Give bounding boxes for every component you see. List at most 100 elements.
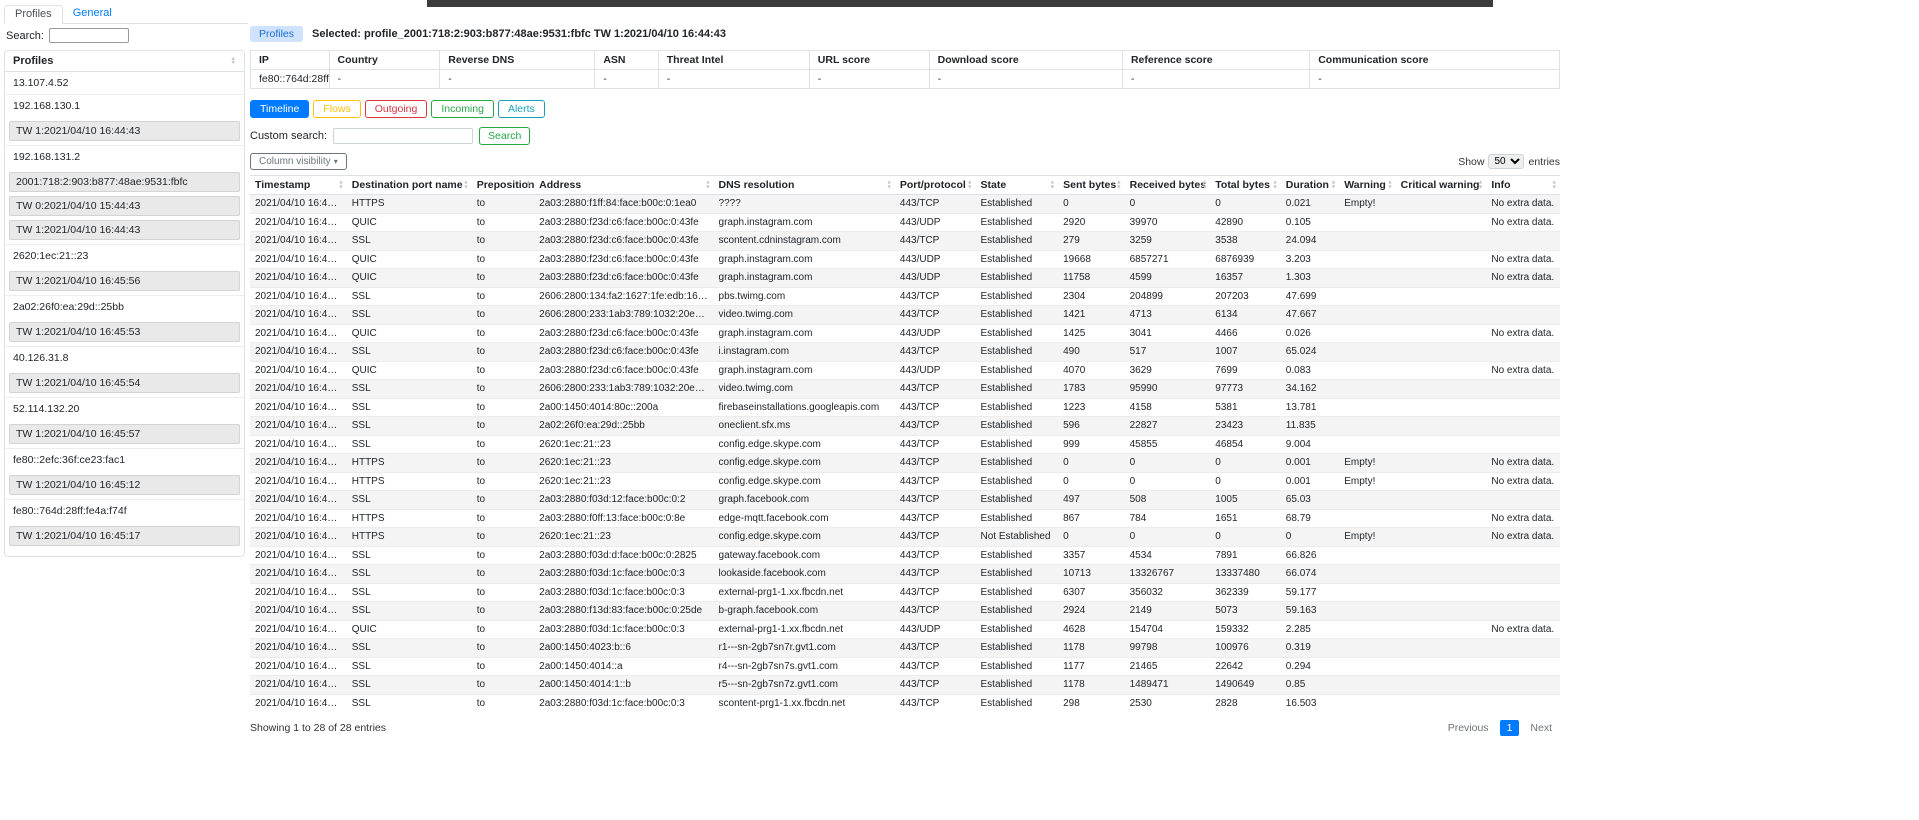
timeline-row[interactable]: 2021/04/10 16:45:20SSLto2606:2800:233:1a…	[250, 306, 1560, 325]
timeline-column-header[interactable]: Duration▲▼	[1281, 176, 1339, 195]
sidebar-timewindow-item[interactable]: TW 1:2021/04/10 16:44:43	[9, 121, 240, 141]
timeline-column-header[interactable]: Sent bytes▲▼	[1058, 176, 1125, 195]
sidebar-profile-item[interactable]: 52.114.132.20	[5, 397, 244, 420]
timeline-row[interactable]: 2021/04/10 16:46:23SSLto2a03:2880:f03d:1…	[250, 491, 1560, 510]
timeline-row[interactable]: 2021/04/10 16:44:45QUICto2a03:2880:f23d:…	[250, 269, 1560, 288]
timeline-cell: 19668	[1058, 250, 1125, 269]
timeline-column-header[interactable]: Total bytes▲▼	[1210, 176, 1281, 195]
timeline-row[interactable]: 2021/04/10 16:45:34SSLto2606:2800:233:1a…	[250, 380, 1560, 399]
show-entries-suffix: entries	[1528, 156, 1560, 168]
tab-profiles[interactable]: Profiles	[4, 5, 63, 24]
timeline-row[interactable]: 2021/04/10 16:45:51SSLto2a00:1450:4014:8…	[250, 398, 1560, 417]
timeline-row[interactable]: 2021/04/10 16:45:27SSLto2a03:2880:f23d:c…	[250, 343, 1560, 362]
timeline-row[interactable]: 2021/04/10 16:46:38SSLto2a00:1450:4023:b…	[250, 639, 1560, 658]
timeline-cell: 0	[1125, 528, 1211, 547]
timeline-row[interactable]: 2021/04/10 16:46:40SSLto2a00:1450:4014:1…	[250, 676, 1560, 695]
sidebar-profile-item[interactable]: 192.168.131.2	[5, 145, 244, 168]
timeline-row[interactable]: 2021/04/10 16:44:43SSLto2a03:2880:f23d:c…	[250, 232, 1560, 251]
view-button-flows[interactable]: Flows	[313, 100, 360, 118]
timeline-row[interactable]: 2021/04/10 16:46:25SSLto2a03:2880:f03d:d…	[250, 546, 1560, 565]
timeline-cell: 204899	[1125, 287, 1211, 306]
timeline-row[interactable]: 2021/04/10 16:46:11HTTPSto2620:1ec:21::2…	[250, 454, 1560, 473]
timeline-cell: pbs.twimg.com	[714, 287, 895, 306]
timeline-row[interactable]: 2021/04/10 16:44:43HTTPSto2a03:2880:f1ff…	[250, 195, 1560, 214]
timeline-cell	[1339, 435, 1395, 454]
sidebar-timewindow-item[interactable]: TW 1:2021/04/10 16:45:12	[9, 475, 240, 495]
table-controls-row: Column visibility▾ Show 50 entries	[250, 153, 1560, 170]
sidebar-search-input[interactable]	[49, 28, 129, 43]
timeline-cell: 2021/04/10 16:46:11	[250, 454, 347, 473]
sidebar-profile-item[interactable]: 2001:718:2:903:b877:48ae:9531:fbfc	[9, 172, 240, 192]
sidebar-timewindow-item[interactable]: TW 1:2021/04/10 16:45:54	[9, 373, 240, 393]
view-button-alerts[interactable]: Alerts	[498, 100, 545, 118]
timeline-row[interactable]: 2021/04/10 16:45:56SSLto2620:1ec:21::23c…	[250, 435, 1560, 454]
timeline-cell: gateway.facebook.com	[714, 546, 895, 565]
timeline-cell: lookaside.facebook.com	[714, 565, 895, 584]
main-tabs: Profiles General	[4, 5, 248, 24]
timeline-row[interactable]: 2021/04/10 16:46:33SSLto2a03:2880:f13d:8…	[250, 602, 1560, 621]
timeline-row[interactable]: 2021/04/10 16:45:28QUICto2a03:2880:f23d:…	[250, 361, 1560, 380]
column-visibility-button[interactable]: Column visibility▾	[250, 153, 347, 170]
sidebar-profile-item[interactable]: fe80::2efc:36f:ce23:fac1	[5, 448, 244, 471]
timeline-row[interactable]: 2021/04/10 16:45:27QUICto2a03:2880:f23d:…	[250, 324, 1560, 343]
sidebar-timewindow-item[interactable]: TW 1:2021/04/10 16:44:43	[9, 220, 240, 240]
timeline-cell: 443/TCP	[895, 509, 976, 528]
timeline-column-header[interactable]: Critical warning▲▼	[1396, 176, 1487, 195]
pagination-next[interactable]: Next	[1522, 720, 1560, 736]
timeline-cell: r4---sn-2gb7sn7s.gvt1.com	[714, 657, 895, 676]
timeline-row[interactable]: 2021/04/10 16:44:43QUICto2a03:2880:f23d:…	[250, 250, 1560, 269]
timeline-column-header[interactable]: State▲▼	[976, 176, 1059, 195]
sidebar-profile-item[interactable]: 13.107.4.52	[5, 72, 244, 94]
sidebar-timewindow-item[interactable]: TW 1:2021/04/10 16:45:17	[9, 526, 240, 546]
sidebar-profile-item[interactable]: 2620:1ec:21::23	[5, 244, 244, 267]
timeline-cell: 2a03:2880:f23d:c6:face:b00c:0:43fe	[534, 324, 713, 343]
sidebar-profile-item[interactable]: fe80::764d:28ff:fe4a:f74f	[5, 499, 244, 522]
show-entries-select[interactable]: 50	[1488, 154, 1524, 169]
timeline-column-header[interactable]: Address▲▼	[534, 176, 713, 195]
timeline-column-header[interactable]: Received bytes▲▼	[1125, 176, 1211, 195]
sidebar-timewindow-item[interactable]: TW 1:2021/04/10 16:45:56	[9, 271, 240, 291]
sidebar-profile-item[interactable]: 192.168.130.1	[5, 94, 244, 117]
timeline-row[interactable]: 2021/04/10 16:46:23HTTPSto2a03:2880:f0ff…	[250, 509, 1560, 528]
timeline-column-header[interactable]: Timestamp▲▼	[250, 176, 347, 195]
timeline-column-header[interactable]: DNS resolution▲▼	[714, 176, 895, 195]
sidebar-timewindow-item[interactable]: TW 0:2021/04/10 15:44:43	[9, 196, 240, 216]
sidebar-profile-item[interactable]: 2a02:26f0:ea:29d::25bb	[5, 295, 244, 318]
custom-search-input[interactable]	[333, 128, 473, 144]
timeline-row[interactable]: 2021/04/10 16:46:33QUICto2a03:2880:f03d:…	[250, 620, 1560, 639]
sort-icon: ▲▼	[967, 181, 972, 190]
custom-search-button[interactable]: Search	[479, 127, 530, 145]
timeline-row[interactable]: 2021/04/10 16:44:43QUICto2a03:2880:f23d:…	[250, 213, 1560, 232]
view-button-outgoing[interactable]: Outgoing	[365, 100, 428, 118]
timeline-column-header[interactable]: Port/protocol▲▼	[895, 176, 976, 195]
timeline-row[interactable]: 2021/04/10 16:46:17HTTPSto2620:1ec:21::2…	[250, 472, 1560, 491]
sidebar-profile-item[interactable]: 40.126.31.8	[5, 346, 244, 369]
pagination-previous[interactable]: Previous	[1440, 720, 1497, 736]
pagination-page-1[interactable]: 1	[1500, 720, 1520, 736]
timeline-cell	[1339, 657, 1395, 676]
timeline-cell: to	[472, 528, 534, 547]
timeline-row[interactable]: 2021/04/10 16:46:26SSLto2a03:2880:f03d:1…	[250, 565, 1560, 584]
timeline-row[interactable]: 2021/04/10 16:46:33SSLto2a03:2880:f03d:1…	[250, 583, 1560, 602]
timeline-cell: 2a03:2880:f1ff:84:face:b00c:0:1ea0	[534, 195, 713, 214]
sidebar-timewindow-item[interactable]: TW 1:2021/04/10 16:45:53	[9, 322, 240, 342]
timeline-row[interactable]: 2021/04/10 16:46:39SSLto2a00:1450:4014::…	[250, 657, 1560, 676]
timeline-row[interactable]: 2021/04/10 16:47:16SSLto2a03:2880:f03d:1…	[250, 694, 1560, 712]
timeline-column-header[interactable]: Destination port name▲▼	[347, 176, 472, 195]
profiles-list-header[interactable]: Profiles ▲▼	[5, 51, 244, 72]
sidebar-timewindow-item[interactable]: TW 1:2021/04/10 16:45:57	[9, 424, 240, 444]
timeline-column-header[interactable]: Warning▲▼	[1339, 176, 1395, 195]
timeline-row[interactable]: 2021/04/10 16:46:24HTTPSto2620:1ec:21::2…	[250, 528, 1560, 547]
timeline-cell: 2a00:1450:4014:80c::200a	[534, 398, 713, 417]
timeline-cell: 13.781	[1281, 398, 1339, 417]
tab-general[interactable]: General	[63, 5, 122, 23]
timeline-column-header[interactable]: Info▲▼	[1486, 176, 1560, 195]
timeline-row[interactable]: 2021/04/10 16:45:20SSLto2606:2800:134:fa…	[250, 287, 1560, 306]
view-button-incoming[interactable]: Incoming	[431, 100, 494, 118]
timeline-cell: 2021/04/10 16:44:43	[250, 213, 347, 232]
timeline-cell: 3357	[1058, 546, 1125, 565]
timeline-cell: 2a03:2880:f23d:c6:face:b00c:0:43fe	[534, 213, 713, 232]
timeline-column-header[interactable]: Preposition▲▼	[472, 176, 534, 195]
timeline-row[interactable]: 2021/04/10 16:45:53SSLto2a02:26f0:ea:29d…	[250, 417, 1560, 436]
view-button-timeline[interactable]: Timeline	[250, 100, 309, 118]
